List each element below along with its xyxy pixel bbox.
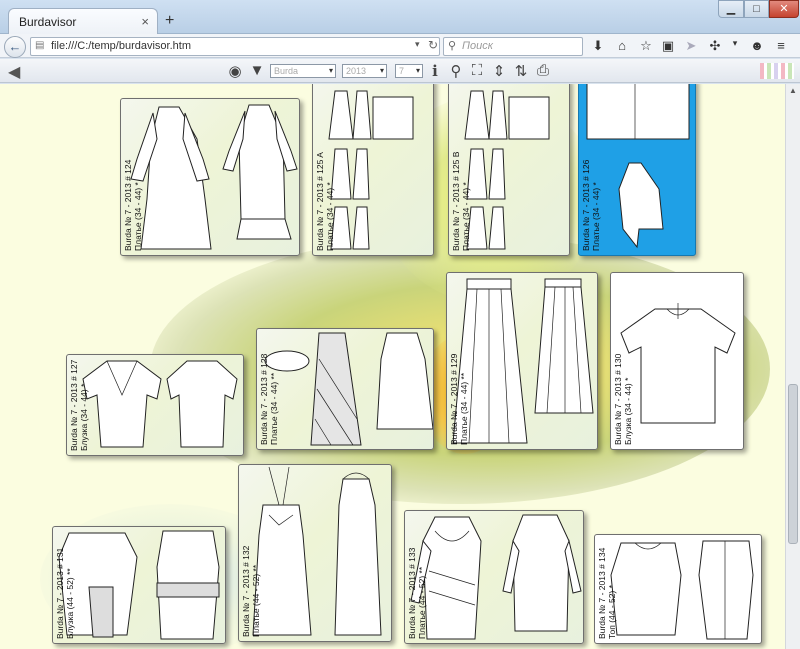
pattern-card-129[interactable]: Burda № 7 - 2013 # 129 Платье (34 - 44) … xyxy=(446,272,598,450)
account-icon[interactable]: ☻ xyxy=(749,38,765,53)
pattern-card-124[interactable]: Burda № 7 - 2013 # 124 Платье (34 - 44) … xyxy=(120,98,300,256)
pattern-type: Платье (34 - 44) ** xyxy=(459,372,469,445)
filter-icon[interactable]: ▼ xyxy=(249,62,265,79)
pattern-type: Топ (44 - 52) * xyxy=(607,584,617,639)
pattern-card-132[interactable]: Burda № 7 - 2013 # 132 Платье (44 - 52) … xyxy=(238,464,392,642)
sort-icon[interactable]: ⇅ xyxy=(513,62,529,80)
pattern-type: Платье (44 - 52) ** xyxy=(417,566,427,639)
clipboard-icon[interactable]: ▣ xyxy=(660,38,676,54)
scroll-up-icon[interactable]: ▲ xyxy=(786,84,800,98)
pattern-caption: Burda № 7 - 2013 # 124 Платье (34 - 44) … xyxy=(123,160,143,251)
search-input[interactable]: Поиск xyxy=(443,37,583,56)
pattern-caption: Burda № 7 - 2013 # 132 Платье (44 - 52) … xyxy=(241,546,261,637)
pattern-caption: Burda № 7 - 2013 # 130 Блузка (34 - 44) … xyxy=(613,354,633,445)
pattern-type: Платье (34 - 44) * xyxy=(591,182,601,251)
year-select[interactable]: 2013 ▾ xyxy=(342,64,387,78)
pattern-id: Burda № 7 - 2013 # 126 xyxy=(581,159,591,251)
send-icon[interactable]: ➤ xyxy=(683,38,699,54)
back-button[interactable]: ← xyxy=(4,36,26,58)
blouse-sketch xyxy=(82,360,238,448)
pattern-card-126[interactable]: Burda № 7 - 2013 # 126 Платье (34 - 44) … xyxy=(578,84,696,256)
pattern-card-125b[interactable]: Burda № 7 - 2013 # 125 B Платье (34 - 44… xyxy=(448,84,570,256)
pattern-card-133[interactable]: Burda № 7 - 2013 # 133 Платье (44 - 52) … xyxy=(404,510,584,644)
year-select-value: 2013 xyxy=(346,66,367,76)
maximize-button[interactable]: □ xyxy=(744,0,769,18)
page-icon: ▤ xyxy=(35,40,45,51)
magazine-select[interactable]: Burda ▾ xyxy=(270,64,336,78)
extension-dropdown-icon[interactable]: ▾ xyxy=(727,38,743,49)
collapse-arrow-icon[interactable]: ◀ xyxy=(8,62,20,82)
pattern-type: Блузка (34 - 44) * xyxy=(623,377,633,445)
browser-tab[interactable]: Burdavisor × xyxy=(8,8,158,34)
dress-sketch xyxy=(410,514,582,640)
zoom-icon[interactable]: ⚲ xyxy=(448,62,464,80)
pattern-id: Burda № 7 - 2013 # 130 xyxy=(613,353,623,445)
print-icon[interactable]: ⎙ xyxy=(535,62,551,79)
pattern-id: Burda № 7 - 2013 # 133 xyxy=(407,547,417,639)
color-stripes xyxy=(760,63,794,79)
skirt-sketch xyxy=(452,278,594,444)
issue-select-value: 7 xyxy=(399,66,405,76)
pattern-type: Платье (34 - 44) * xyxy=(461,182,471,251)
pattern-id: Burda № 7 - 2013 # 125 A xyxy=(315,152,325,251)
pattern-id: Burda № 7 - 2013 # 132 xyxy=(241,545,251,637)
pattern-type: Блузка (34 - 44) * xyxy=(79,383,89,451)
pattern-id: Burda № 7 - 2013 # 128 xyxy=(259,353,269,445)
vertical-scrollbar[interactable]: ▲ xyxy=(785,84,800,649)
pattern-card-125a[interactable]: Burda № 7 - 2013 # 125 A Платье (34 - 44… xyxy=(312,84,434,256)
dress-sketch xyxy=(130,104,298,250)
magazine-select-value: Burda xyxy=(274,66,299,76)
pattern-card-131[interactable]: Burda № 7 - 2013 # 131 Блузка (44 - 52) … xyxy=(52,526,226,644)
bookmark-star-icon[interactable]: ☆ xyxy=(638,38,654,54)
pattern-card-130[interactable]: Burda № 7 - 2013 # 130 Блузка (34 - 44) … xyxy=(610,272,744,450)
minimize-button[interactable]: ▁ xyxy=(718,0,744,18)
reload-icon[interactable]: ↻ xyxy=(428,38,438,52)
dress-sketch xyxy=(252,466,382,636)
eye-icon[interactable]: ◉ xyxy=(227,62,243,80)
tab-close-icon[interactable]: × xyxy=(141,14,149,29)
pattern-card-127[interactable]: Burda № 7 - 2013 # 127 Блузка (34 - 44) … xyxy=(66,354,244,456)
fit-screen-icon[interactable]: ⛶ xyxy=(469,62,485,79)
pattern-caption: Burda № 7 - 2013 # 133 Платье (44 - 52) … xyxy=(407,548,427,639)
pattern-gallery: Burda № 7 - 2013 # 124 Платье (34 - 44) … xyxy=(0,84,785,649)
tab-title: Burdavisor xyxy=(19,15,77,29)
new-tab-button[interactable]: + xyxy=(165,12,174,30)
pattern-id: Burda № 7 - 2013 # 127 xyxy=(69,359,79,451)
pattern-caption: Burda № 7 - 2013 # 128 Платье (34 - 44) … xyxy=(259,354,279,445)
pattern-caption: Burda № 7 - 2013 # 134 Топ (44 - 52) * xyxy=(597,548,617,639)
pattern-id: Burda № 7 - 2013 # 131 xyxy=(55,547,65,639)
fit-height-icon[interactable]: ⇕ xyxy=(491,62,507,80)
pattern-caption: Burda № 7 - 2013 # 131 Блузка (44 - 52) … xyxy=(55,548,75,639)
pattern-id: Burda № 7 - 2013 # 134 xyxy=(597,547,607,639)
home-icon[interactable]: ⌂ xyxy=(614,38,630,53)
blouse-sketch xyxy=(58,530,220,640)
menu-icon[interactable]: ≡ xyxy=(773,38,789,53)
pattern-type: Платье (44 - 52) ** xyxy=(251,564,261,637)
scroll-thumb[interactable] xyxy=(788,384,798,544)
pattern-caption: Burda № 7 - 2013 # 127 Блузка (34 - 44) … xyxy=(69,360,89,451)
pattern-type: Платье (34 - 44) * xyxy=(133,182,143,251)
pattern-caption: Burda № 7 - 2013 # 126 Платье (34 - 44) … xyxy=(581,160,601,251)
info-icon[interactable]: i xyxy=(427,62,443,80)
url-bar[interactable]: file:///C:/temp/burdavisor.htm xyxy=(30,37,440,56)
dress-sketch xyxy=(264,332,433,446)
pattern-caption: Burda № 7 - 2013 # 125 A Платье (34 - 44… xyxy=(315,152,335,251)
pattern-caption: Burda № 7 - 2013 # 129 Платье (34 - 44) … xyxy=(449,354,469,445)
pattern-type: Платье (34 - 44) * xyxy=(325,182,335,251)
pattern-card-134[interactable]: Burda № 7 - 2013 # 134 Топ (44 - 52) * xyxy=(594,534,762,644)
pattern-type: Платье (34 - 44) ** xyxy=(269,372,279,445)
close-button[interactable]: ✕ xyxy=(769,0,799,18)
extension-icon[interactable]: ✣ xyxy=(707,38,723,54)
url-dropdown-icon[interactable]: ▾ xyxy=(415,39,420,50)
download-icon[interactable]: ⬇ xyxy=(590,38,606,54)
pattern-id: Burda № 7 - 2013 # 125 B xyxy=(451,151,461,251)
pattern-caption: Burda № 7 - 2013 # 125 B Платье (34 - 44… xyxy=(451,152,471,251)
pattern-type: Блузка (44 - 52) ** xyxy=(65,568,75,639)
pattern-id: Burda № 7 - 2013 # 124 xyxy=(123,159,133,251)
search-icon: ⚲ xyxy=(448,40,457,52)
top-sketch xyxy=(610,540,754,640)
pattern-card-128[interactable]: Burda № 7 - 2013 # 128 Платье (34 - 44) … xyxy=(256,328,434,450)
pattern-id: Burda № 7 - 2013 # 129 xyxy=(449,353,459,445)
issue-select[interactable]: 7 ▾ xyxy=(395,64,423,78)
